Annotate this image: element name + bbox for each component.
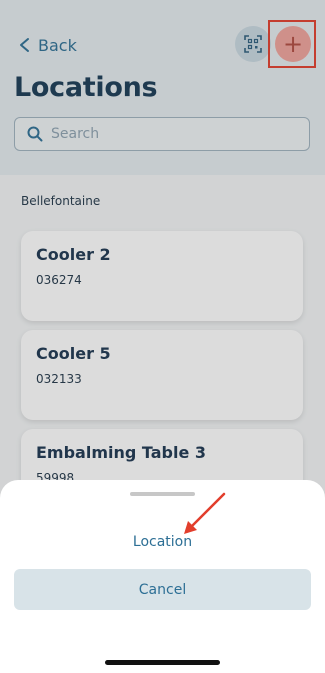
cancel-button[interactable]: Cancel — [14, 569, 311, 610]
location-option[interactable]: Location — [0, 534, 325, 550]
home-indicator — [105, 660, 220, 665]
pointer-arrow-icon — [184, 492, 226, 534]
locations-screen: Back + Locations Search Bellefontaine Co… — [0, 0, 325, 673]
cancel-label: Cancel — [138, 581, 187, 598]
action-sheet: Location Cancel — [0, 480, 325, 673]
